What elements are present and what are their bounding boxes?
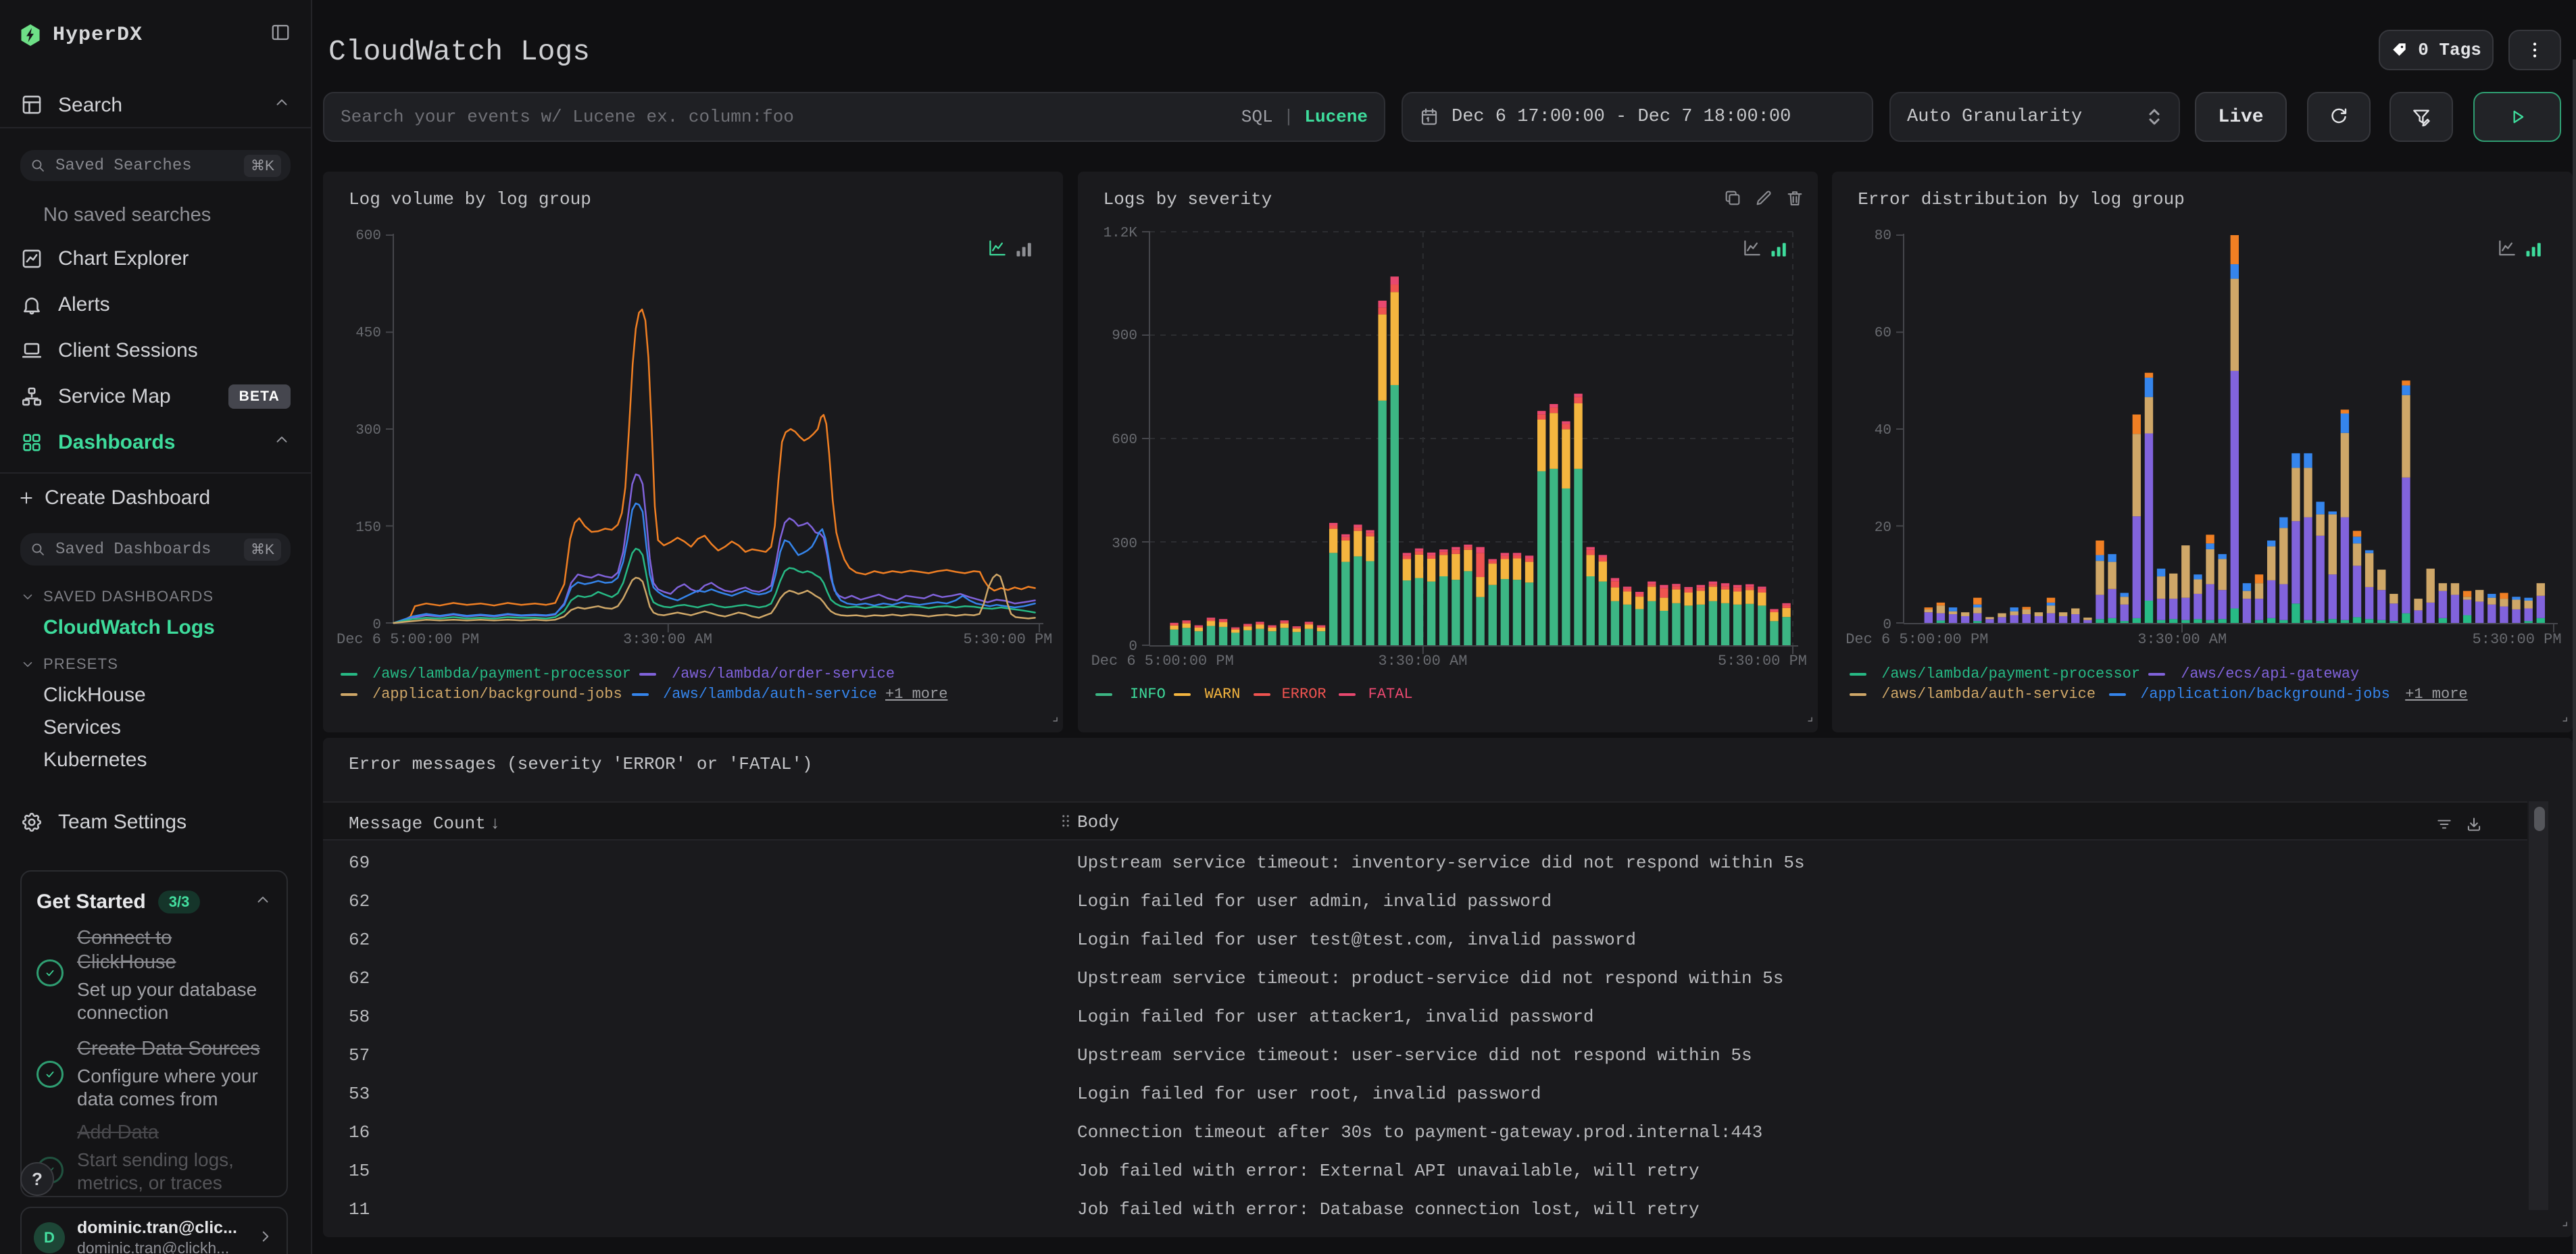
- svg-text:60: 60: [1875, 326, 1891, 341]
- svg-text:300: 300: [355, 423, 381, 438]
- svg-text:20: 20: [1875, 520, 1891, 536]
- svg-text:40: 40: [1875, 423, 1891, 438]
- svg-text:600: 600: [1112, 432, 1137, 448]
- svg-text:600: 600: [355, 228, 381, 244]
- svg-text:80: 80: [1875, 228, 1891, 244]
- svg-text:900: 900: [1112, 328, 1137, 344]
- svg-text:1.2K: 1.2K: [1103, 226, 1137, 241]
- svg-text:450: 450: [355, 326, 381, 341]
- svg-text:150: 150: [355, 520, 381, 536]
- svg-text:300: 300: [1112, 536, 1137, 552]
